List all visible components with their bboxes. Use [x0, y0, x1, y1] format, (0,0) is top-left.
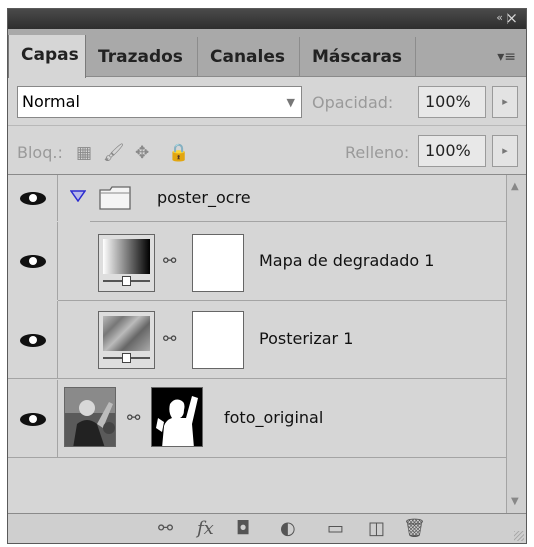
fill-slider-button[interactable]: ▸ [492, 135, 518, 167]
layer-name: Posterizar 1 [259, 329, 354, 348]
tab-mascaras[interactable]: Máscaras [300, 37, 416, 77]
expand-triangle-icon[interactable] [70, 190, 86, 202]
layer-name: Mapa de degradado 1 [259, 251, 435, 270]
mask-thumbnail[interactable] [192, 234, 244, 292]
scroll-up-icon[interactable]: ▲ [511, 181, 519, 192]
collapse-panel-button[interactable]: « [496, 11, 503, 24]
eye-icon[interactable] [18, 188, 48, 208]
link-layers-icon[interactable]: ⚯ [158, 518, 173, 539]
chevron-down-icon: ▼ [286, 96, 295, 109]
layer-name: foto_original [224, 408, 324, 427]
tab-capas[interactable]: Capas [8, 35, 86, 78]
eye-icon[interactable] [18, 409, 48, 429]
eye-icon[interactable] [18, 330, 48, 350]
opacity-slider-button[interactable]: ▸ [492, 86, 518, 118]
gradient-swatch [103, 239, 150, 274]
mask-thumbnail[interactable] [192, 311, 244, 369]
trash-icon[interactable]: 🗑 [403, 518, 426, 539]
blend-mode-select[interactable]: Normal ▼ [17, 86, 302, 118]
gradient-map-thumbnail [98, 234, 155, 292]
fx-icon[interactable]: fx [197, 518, 214, 539]
chain-link-icon[interactable]: ⚯ [163, 251, 176, 270]
panel-tab-row: Capas Trazados Canales Máscaras ▾≡ [8, 29, 526, 78]
chain-link-icon[interactable]: ⚯ [127, 408, 140, 427]
folder-icon [99, 186, 131, 210]
opacity-label: Opacidad: [312, 93, 394, 112]
photo-thumbnail [64, 387, 116, 447]
layer-row-posterize[interactable]: ⚯ Posterizar 1 [8, 301, 506, 379]
mask-thumbnail[interactable] [151, 387, 203, 447]
tab-trazados[interactable]: Trazados [86, 37, 198, 77]
visibility-cell[interactable] [8, 222, 58, 300]
lock-move-icon[interactable]: ✥ [135, 143, 149, 163]
visibility-cell[interactable] [8, 380, 58, 457]
adjustment-slider-thumb [122, 353, 131, 363]
resize-grip[interactable] [514, 531, 524, 541]
layer-row-foto-original[interactable]: ⚯ foto_original [8, 380, 506, 458]
chain-link-icon[interactable]: ⚯ [163, 329, 176, 348]
new-adjustment-layer-icon[interactable]: ◐ [280, 518, 296, 539]
panel-menu-icon[interactable]: ▾≡ [497, 49, 516, 65]
panel-title-bar: « × [8, 9, 526, 29]
lock-transparent-icon[interactable]: ▦ [76, 143, 92, 163]
adjustment-slider-thumb [122, 276, 131, 286]
divider [8, 125, 526, 126]
layers-panel: « × Capas Trazados Canales Máscaras ▾≡ N… [7, 8, 527, 544]
lock-all-icon[interactable]: 🔒 [168, 143, 189, 163]
scroll-down-icon[interactable]: ▼ [511, 496, 519, 507]
visibility-cell[interactable] [8, 301, 58, 378]
lock-paint-icon[interactable]: 🖌 [103, 143, 125, 163]
layer-name: poster_ocre [157, 188, 251, 207]
fill-label: Relleno: [345, 143, 410, 162]
posterize-swatch [103, 316, 150, 351]
posterize-thumbnail [98, 311, 155, 369]
fill-input[interactable]: 100% [418, 135, 486, 167]
close-panel-button[interactable]: × [505, 9, 518, 27]
add-mask-icon[interactable]: ◘ [236, 518, 250, 539]
blend-mode-value: Normal [22, 92, 80, 111]
new-group-icon[interactable]: ▭ [327, 518, 344, 539]
tab-canales[interactable]: Canales [198, 37, 300, 77]
layer-row-group[interactable]: poster_ocre [8, 175, 506, 221]
eye-icon[interactable] [18, 251, 48, 271]
layers-scrollbar[interactable]: ▲ ▼ [506, 175, 526, 513]
visibility-cell[interactable] [8, 175, 58, 221]
layer-list: poster_ocre ⚯ Mapa de degradado 1 ⚯ Post… [8, 175, 506, 513]
layer-row-gradient-map[interactable]: ⚯ Mapa de degradado 1 [8, 222, 506, 300]
new-layer-icon[interactable]: ◫ [368, 518, 385, 539]
lock-label: Bloq.: [17, 143, 63, 162]
opacity-input[interactable]: 100% [418, 86, 486, 118]
layers-bottom-bar: ⚯ fx ◘ ◐ ▭ ◫ 🗑 [8, 513, 526, 543]
